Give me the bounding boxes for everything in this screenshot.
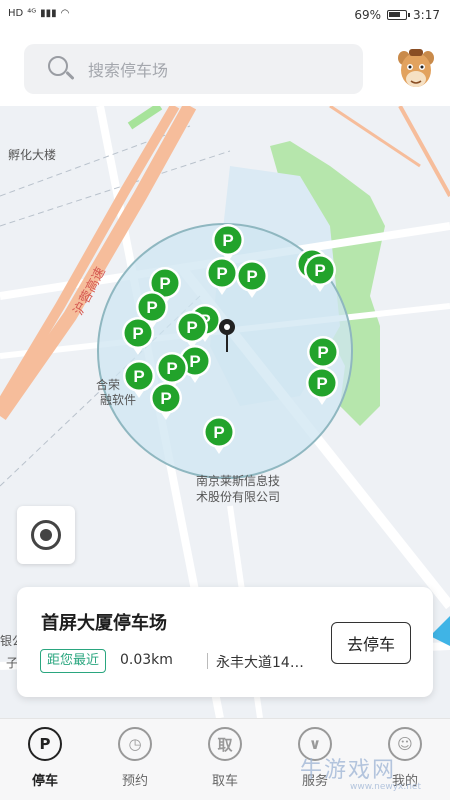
parking-marker[interactable]: P <box>202 415 236 455</box>
tab-pickup[interactable]: 取 取车 <box>180 719 270 800</box>
parking-icon: P <box>28 727 62 761</box>
network-label: HD <box>8 8 24 19</box>
parking-card[interactable]: 首屏大厦停车场 距您最近 0.03km 永丰大道14… 去停车 <box>17 587 433 697</box>
svg-text:P: P <box>222 231 233 250</box>
status-bar: HD ⁴ᴳ ▮▮▮ ◠ 69% 3:17 <box>0 0 450 32</box>
parking-name: 首屏大厦停车场 <box>41 613 167 634</box>
map-label-company-2: 术股份有限公司 <box>196 490 281 504</box>
parking-marker[interactable]: P <box>305 366 339 406</box>
parking-marker[interactable]: P <box>235 259 269 299</box>
watermark-url: www.newyx.net <box>350 782 422 792</box>
battery-icon <box>387 10 411 20</box>
distance-value: 0.03km <box>120 652 173 668</box>
search-placeholder: 搜索停车场 <box>88 61 169 80</box>
clock: 3:17 <box>413 8 440 22</box>
location-pin-icon <box>219 319 235 352</box>
svg-text:P: P <box>186 318 197 337</box>
svg-text:P: P <box>314 261 325 280</box>
locate-icon <box>31 520 61 550</box>
tab-label: 预约 <box>121 774 148 789</box>
svg-text:P: P <box>317 343 328 362</box>
address-value: 永丰大道14… <box>216 655 304 671</box>
svg-text:P: P <box>160 389 171 408</box>
pickup-icon: 取 <box>208 727 242 761</box>
svg-text:P: P <box>132 324 143 343</box>
svg-text:P: P <box>166 359 177 378</box>
svg-text:P: P <box>246 267 257 286</box>
svg-text:P: P <box>133 367 144 386</box>
map-label-left-building-1: 合荣 <box>96 378 121 392</box>
parking-marker[interactable]: P <box>303 253 337 293</box>
watermark: 牛游戏网 <box>300 758 397 783</box>
parking-marker[interactable]: P <box>121 316 155 356</box>
tab-parking[interactable]: P 停车 <box>0 719 90 800</box>
search-input[interactable]: 搜索停车场 <box>24 44 363 94</box>
search-icon <box>48 56 75 82</box>
nearest-badge: 距您最近 <box>40 649 107 673</box>
svg-text:P: P <box>316 374 327 393</box>
svg-text:P: P <box>213 423 224 442</box>
search-bar: 搜索停车场 <box>0 32 450 106</box>
svg-text:P: P <box>189 352 200 371</box>
avatar[interactable] <box>396 46 436 90</box>
locate-button[interactable] <box>17 506 75 564</box>
go-park-button[interactable]: 去停车 <box>331 622 411 664</box>
tab-label: 取车 <box>211 774 238 789</box>
parking-marker[interactable]: P <box>149 381 183 421</box>
wifi-icon: ◠ <box>60 8 70 19</box>
svg-text:P: P <box>216 264 227 283</box>
clock-icon: ◷ <box>118 727 152 761</box>
battery-percent: 69% <box>354 8 382 22</box>
signal-icon: ▮▮▮ <box>40 8 57 19</box>
signal-label: ⁴ᴳ <box>27 8 37 19</box>
parking-marker[interactable]: P <box>205 256 239 296</box>
divider <box>207 653 208 669</box>
tab-reserve[interactable]: ◷ 预约 <box>90 719 180 800</box>
svg-text:P: P <box>146 298 157 317</box>
map-label-incubator: 孵化大楼 <box>8 148 57 162</box>
tab-label: 停车 <box>31 774 58 789</box>
map-label-company-1: 南京莱斯信息技 <box>196 474 281 488</box>
